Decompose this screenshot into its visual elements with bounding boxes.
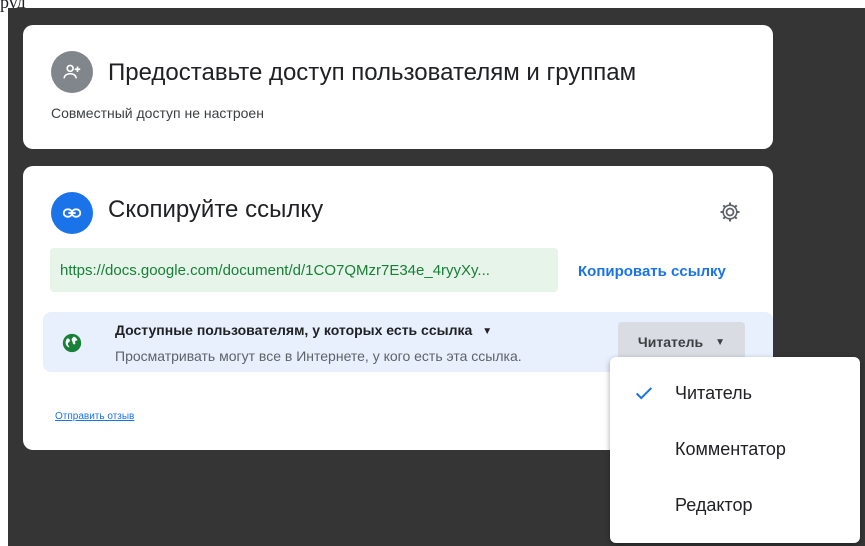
chevron-down-icon: ▼ [482,325,493,337]
link-url-field[interactable]: https://docs.google.com/document/d/1CO7Q… [50,248,558,292]
copy-link-title: Скопируйте ссылку [108,196,324,223]
check-icon [632,381,656,405]
access-description: Просматривать могут все в Интернете, у к… [115,348,522,364]
share-with-people-card[interactable]: Предоставьте доступ пользователям и груп… [23,25,773,149]
sharing-status: Совместный доступ не настроен [51,105,264,121]
person-add-icon [51,51,93,93]
role-select-button[interactable]: Читатель ▼ [618,322,745,362]
chevron-down-icon: ▼ [715,336,726,348]
share-card-title: Предоставьте доступ пользователям и груп… [108,59,637,86]
link-icon [51,192,93,234]
globe-icon [59,330,85,356]
access-level-dropdown[interactable]: Доступные пользователям, у которых есть … [115,322,492,338]
role-menu-item-label: Читатель [675,382,753,403]
role-menu: Читатель Комментатор Редактор [610,357,860,543]
access-level-label: Доступные пользователям, у которых есть … [115,322,473,338]
role-menu-item-editor[interactable]: Редактор [610,477,860,533]
role-menu-item-label: Комментатор [675,438,786,459]
copy-link-button[interactable]: Копировать ссылку [578,263,726,280]
role-select-label: Читатель [637,334,704,350]
send-feedback-link[interactable]: Отправить отзыв [55,411,134,422]
role-menu-item-label: Редактор [675,494,753,515]
gear-icon[interactable] [716,198,744,226]
role-menu-item-commenter[interactable]: Комментатор [610,421,860,477]
role-menu-item-viewer[interactable]: Читатель [610,365,860,421]
